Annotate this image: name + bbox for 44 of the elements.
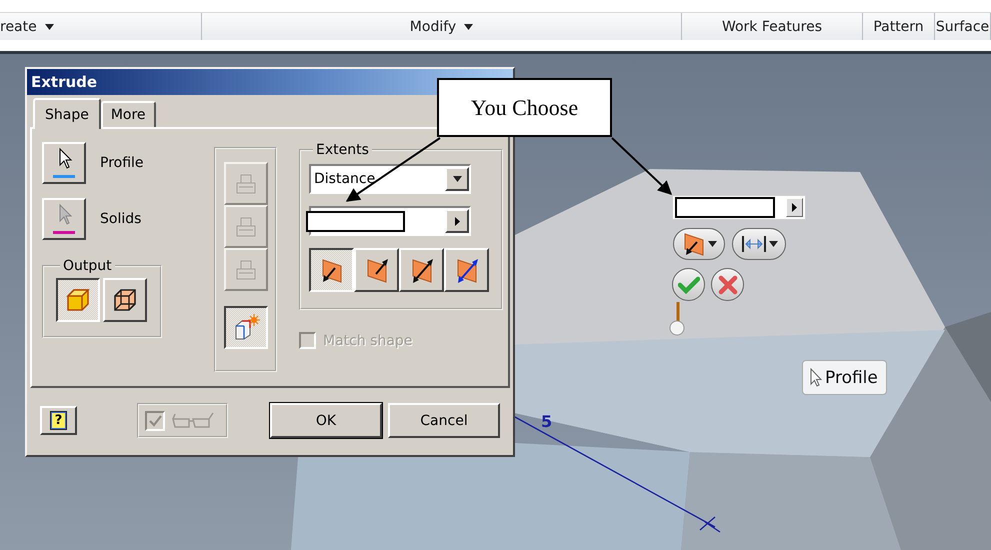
pointer-arrow <box>611 137 672 195</box>
output-button[interactable] <box>56 278 100 322</box>
select-button[interactable] <box>42 142 86 184</box>
direction-button[interactable] <box>309 248 354 292</box>
caret-icon <box>768 241 778 247</box>
cursor-icon <box>809 368 823 388</box>
distance-field[interactable] <box>309 206 471 236</box>
callout-box: You Choose <box>437 78 612 137</box>
distance-field[interactable] <box>672 195 806 220</box>
close-icon <box>718 274 738 294</box>
panel-tab[interactable]: Surface <box>935 13 991 40</box>
panel-tab[interactable]: reate <box>0 13 202 40</box>
tab[interactable]: Shape <box>33 98 101 129</box>
window-title: Extrude <box>27 69 513 95</box>
cursor-icon <box>51 203 77 235</box>
panel-tab[interactable]: Work Features <box>682 13 863 40</box>
tab[interactable]: More <box>100 101 156 127</box>
direction-icon <box>682 231 706 257</box>
measure-icon <box>740 234 766 254</box>
operation-button[interactable] <box>224 306 268 349</box>
panel-tab[interactable]: Pattern <box>863 13 935 40</box>
glasses-icon <box>171 410 215 430</box>
tooltip-text: Profile <box>825 368 878 388</box>
cube-outline-icon <box>112 287 138 313</box>
caret-icon <box>708 241 716 247</box>
help-button[interactable]: ? <box>40 406 77 435</box>
caret-icon <box>792 203 797 212</box>
caret-icon <box>452 176 462 182</box>
extents-dropdown[interactable]: Distance <box>309 164 471 194</box>
cube-icon <box>65 287 91 313</box>
check-icon <box>148 414 162 426</box>
dimension-label: 5 <box>541 412 552 431</box>
group-label: Extents <box>315 142 370 158</box>
manipulator-drawing[interactable] <box>670 302 684 336</box>
group-label: Output <box>62 258 113 274</box>
dialog-button[interactable]: Cancel <box>388 403 500 438</box>
cursor-icon <box>51 147 77 179</box>
field-label: Solids <box>100 211 142 227</box>
panel-tab[interactable]: Modify <box>202 13 682 40</box>
select-button[interactable] <box>42 198 86 240</box>
field-label: Profile <box>100 155 144 171</box>
dialog-button[interactable]: OK <box>270 403 382 438</box>
check-icon <box>678 276 700 294</box>
caret-icon <box>454 216 460 226</box>
